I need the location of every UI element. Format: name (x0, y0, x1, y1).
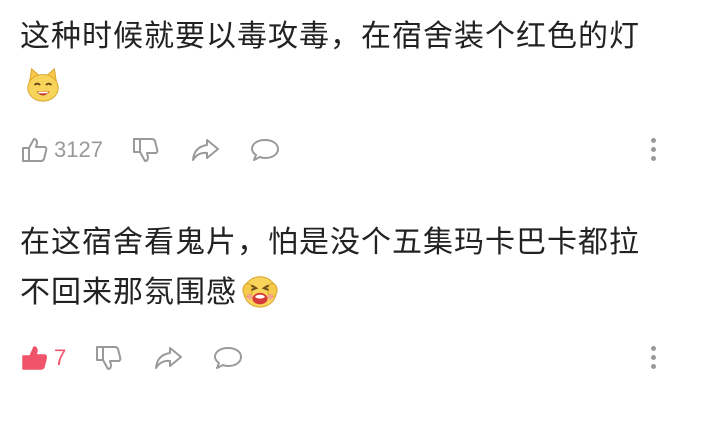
like-count: 3127 (54, 137, 103, 162)
comment-text: 这种时候就要以毒攻毒，在宿舍装个红色的灯 (20, 12, 686, 112)
reply-button[interactable] (212, 343, 244, 373)
thumbs-up-icon (20, 135, 50, 165)
squeezing-face-emoji (241, 272, 279, 310)
vertical-dots-icon (648, 346, 658, 369)
comment-item: 在这宿舍看鬼片，怕是没个五集玛卡巴卡都拉不回来那氛围感 7 (20, 218, 686, 378)
share-arrow-icon (189, 135, 221, 165)
thumbs-up-icon (20, 343, 50, 373)
reply-button[interactable] (249, 135, 281, 165)
like-button[interactable]: 3127 (20, 135, 103, 165)
like-count: 7 (54, 345, 67, 370)
grinning-cat-emoji (24, 66, 62, 104)
like-button[interactable]: 7 (20, 343, 66, 373)
share-button[interactable] (152, 343, 184, 373)
dislike-button[interactable] (131, 135, 161, 165)
speech-bubble-icon (249, 135, 281, 165)
share-button[interactable] (189, 135, 221, 165)
comment-actions: 7 (20, 338, 686, 378)
comment-text: 在这宿舍看鬼片，怕是没个五集玛卡巴卡都拉不回来那氛围感 (20, 225, 640, 310)
more-options-button[interactable] (648, 134, 658, 166)
vertical-dots-icon (648, 138, 658, 161)
thumbs-down-icon (94, 343, 124, 373)
share-arrow-icon (152, 343, 184, 373)
thumbs-down-icon (131, 135, 161, 165)
comment-item: 这种时候就要以毒攻毒，在宿舍装个红色的灯 3127 (20, 12, 686, 170)
comment-actions: 3127 (20, 130, 686, 170)
dislike-button[interactable] (94, 343, 124, 373)
more-options-button[interactable] (648, 342, 658, 374)
speech-bubble-icon (212, 343, 244, 373)
